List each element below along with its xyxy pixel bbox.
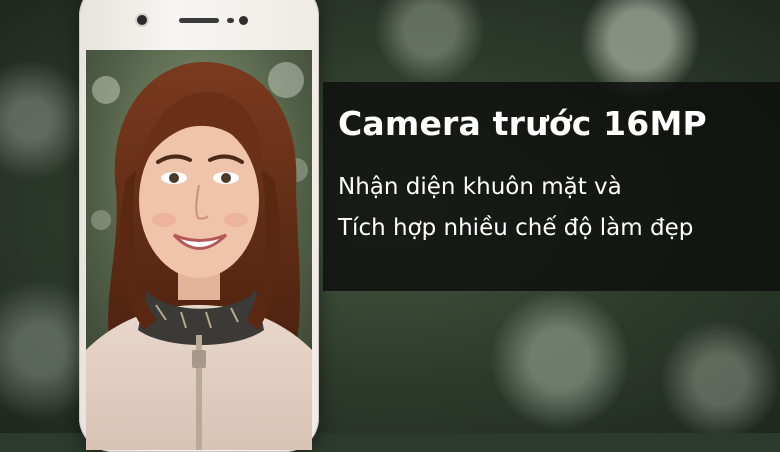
selfie-illustration	[86, 50, 312, 450]
banner-line-face-recognition: Nhận diện khuôn mặt và	[338, 174, 622, 200]
earpiece-speaker	[179, 18, 219, 23]
banner-line-beauty-modes: Tích hợp nhiều chế độ làm đẹp	[338, 215, 694, 241]
proximity-sensor	[227, 18, 234, 23]
feature-banner: Camera trước 16MP Nhận diện khuôn mặt và…	[323, 82, 780, 291]
phone-device	[79, 0, 319, 452]
banner-title: Camera trước 16MP	[338, 104, 707, 143]
ambient-sensor	[239, 16, 248, 25]
phone-top-bezel	[79, 0, 319, 50]
front-camera-icon	[137, 15, 147, 25]
phone-screen-selfie-photo	[86, 50, 312, 450]
